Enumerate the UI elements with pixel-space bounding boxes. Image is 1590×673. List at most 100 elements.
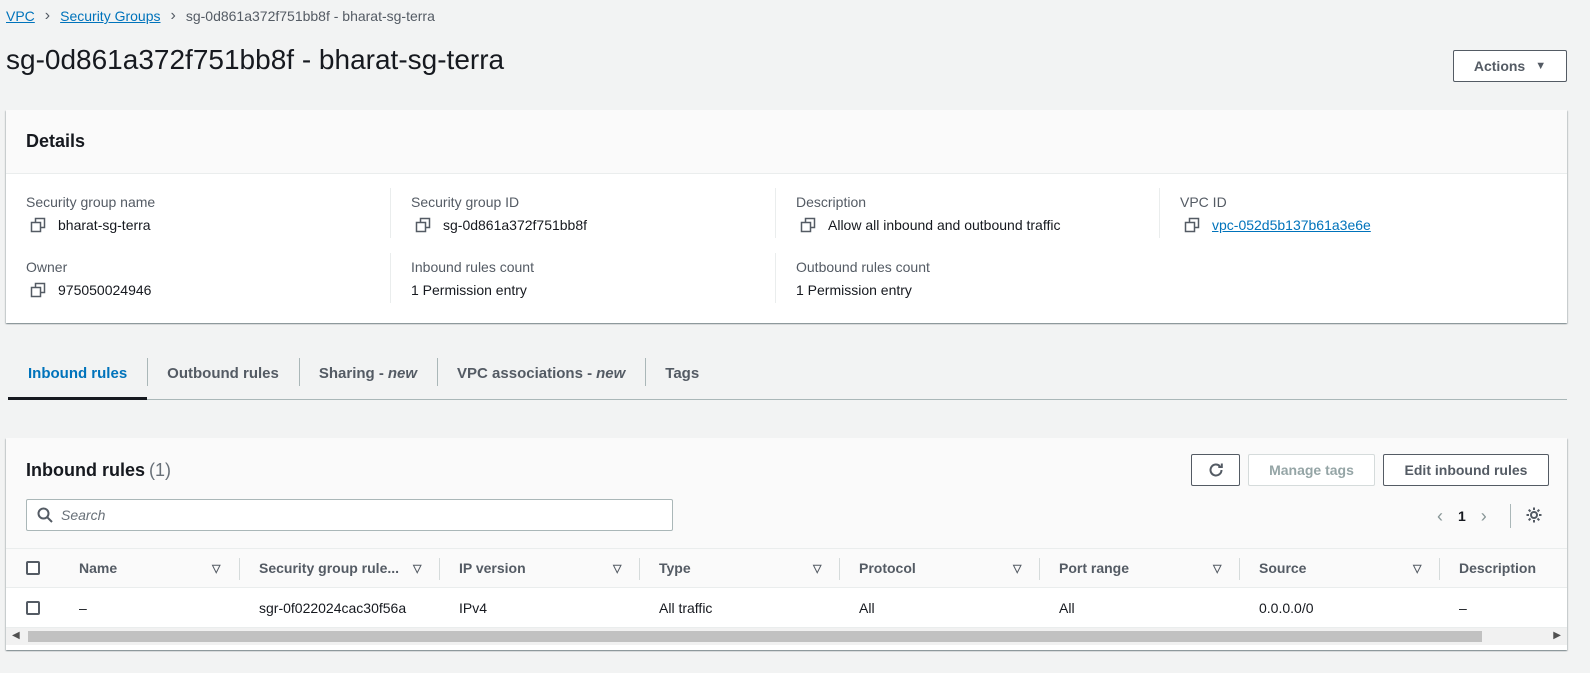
column-header-description[interactable]: Description [1459,549,1559,587]
cell-ip-version: IPv4 [459,600,488,616]
search-input[interactable] [61,507,651,523]
caret-down-icon: ▼ [1535,60,1547,72]
column-separator [639,558,640,580]
sort-icon[interactable]: ▽ [212,562,220,575]
copy-icon[interactable] [30,217,46,233]
field-inbound-count: Inbound rules count 1 Permission entry [411,259,791,298]
tab-sharing[interactable]: Sharing - new [298,348,437,399]
column-label: Security group rule... [259,560,400,576]
sort-icon[interactable]: ▽ [613,562,621,575]
vpc-id-label: VPC ID [1180,194,1227,210]
tab-tags[interactable]: Tags [645,348,719,399]
copy-icon[interactable] [800,217,816,233]
column-label: Name [79,560,118,576]
column-header-port-range[interactable]: Port range ▽ [1059,549,1239,587]
sg-id-value: sg-0d861a372f751bb8f [443,217,588,233]
chevron-right-icon[interactable]: › [1474,506,1494,527]
horizontal-scrollbar[interactable]: ◀ ▶ [6,628,1567,645]
tab-outbound-rules[interactable]: Outbound rules [147,348,299,399]
sort-icon[interactable]: ▽ [1213,562,1221,575]
search-icon [37,507,53,523]
description-label: Description [796,194,867,210]
field-owner: Owner 975050024946 [26,259,406,298]
cell-type: All traffic [659,600,713,616]
column-header-source[interactable]: Source ▽ [1259,549,1439,587]
tab-inbound-rules[interactable]: Inbound rules [8,348,148,400]
field-vpc-id: VPC ID vpc-052d5b137b61a3e6e [1180,194,1560,233]
page-number[interactable]: 1 [1458,508,1466,524]
pagination: ‹ 1 › [1430,504,1543,528]
copy-icon[interactable] [415,217,431,233]
column-separator [1439,558,1440,580]
details-title: Details [6,110,1567,174]
table-header: Name ▽ Security group rule... ▽ IP versi… [6,548,1567,588]
refresh-icon [1209,463,1223,477]
actions-button[interactable]: Actions ▼ [1453,50,1567,82]
column-header-protocol[interactable]: Protocol ▽ [859,549,1039,587]
cell-source: 0.0.0.0/0 [1259,600,1314,616]
inbound-rules-panel: Inbound rules (1) Manage tags Edit inboun… [6,438,1567,650]
refresh-button[interactable] [1191,454,1240,486]
column-header-rule-id[interactable]: Security group rule... ▽ [259,549,439,587]
sg-name-value: bharat-sg-terra [58,217,151,233]
tab-label: Tags [665,365,700,382]
inbound-rules-count: (1) [149,460,171,480]
tab-bar: Inbound rules Outbound rules Sharing - n… [8,348,1567,400]
vpc-id-link[interactable]: vpc-052d5b137b61a3e6e [1212,217,1371,233]
cell-name: – [79,600,87,616]
table-row[interactable]: – sgr-0f022024cac30f56a IPv4 All traffic… [6,588,1567,628]
page-title: sg-0d861a372f751bb8f - bharat-sg-terra [6,44,505,75]
column-header-name[interactable]: Name ▽ [79,549,239,587]
cell-rule-id: sgr-0f022024cac30f56a [259,600,407,616]
outbound-count-value: 1 Permission entry [796,282,912,298]
copy-icon[interactable] [1184,217,1200,233]
tab-vpc-associations[interactable]: VPC associations - new [437,348,645,399]
field-outbound-count: Outbound rules count 1 Permission entry [796,259,1176,298]
scroll-left-icon[interactable]: ◀ [12,630,20,641]
outbound-count-label: Outbound rules count [796,259,930,275]
edit-inbound-rules-button[interactable]: Edit inbound rules [1383,454,1549,486]
breadcrumb: VPC › Security Groups › sg-0d861a372f751… [6,6,435,26]
column-label: Port range [1059,560,1130,576]
details-panel: Details Security group name bharat-sg-te… [6,110,1567,323]
breadcrumb-security-groups-link[interactable]: Security Groups [60,8,160,24]
inbound-rules-title-text: Inbound rules [26,460,145,480]
owner-value: 975050024946 [58,282,152,298]
sort-icon[interactable]: ▽ [1013,562,1021,575]
chevron-right-icon: › [170,7,176,24]
cell-description: – [1459,600,1467,616]
column-header-type[interactable]: Type ▽ [659,549,839,587]
tab-label: VPC associations - [457,365,593,382]
new-tag: new [387,365,418,382]
column-header-ip-version[interactable]: IP version ▽ [459,549,639,587]
sort-icon[interactable]: ▽ [1413,562,1421,575]
column-separator [839,558,840,580]
scrollbar-thumb[interactable] [28,631,1482,642]
breadcrumb-current: sg-0d861a372f751bb8f - bharat-sg-terra [185,8,435,24]
column-separator [1239,558,1240,580]
sg-name-label: Security group name [26,194,156,210]
cell-protocol: All [859,600,875,616]
row-checkbox[interactable] [26,601,40,615]
inbound-rules-header: Inbound rules (1) Manage tags Edit inboun… [6,438,1567,548]
breadcrumb-vpc-link[interactable]: VPC [6,8,35,24]
sort-icon[interactable]: ▽ [413,562,421,575]
cell-port-range: All [1059,600,1075,616]
chevron-right-icon: › [44,7,51,24]
column-separator [239,558,240,580]
actions-label: Actions [1473,58,1526,74]
manage-tags-button[interactable]: Manage tags [1248,454,1375,486]
sg-id-label: Security group ID [411,194,520,210]
copy-icon[interactable] [30,282,46,298]
chevron-left-icon[interactable]: ‹ [1430,506,1450,527]
inbound-count-label: Inbound rules count [411,259,534,275]
sort-icon[interactable]: ▽ [813,562,821,575]
tab-label: Inbound rules [28,365,128,382]
select-all-checkbox[interactable] [26,561,40,575]
field-sg-name: Security group name bharat-sg-terra [26,194,406,233]
scroll-right-icon[interactable]: ▶ [1553,630,1561,641]
settings-gear-icon[interactable] [1525,506,1543,527]
owner-label: Owner [26,259,68,275]
column-separator [1039,558,1040,580]
search-box [26,499,673,531]
